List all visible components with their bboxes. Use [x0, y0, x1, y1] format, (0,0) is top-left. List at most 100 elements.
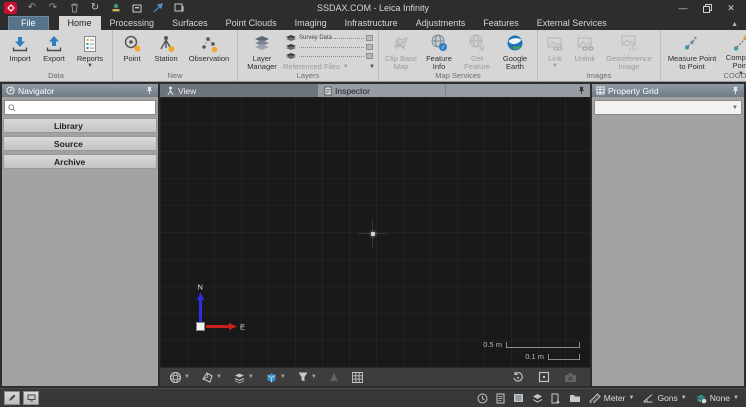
referenced-files-button[interactable]: Referenced Files [283, 62, 340, 71]
stamp-icon[interactable] [110, 2, 122, 14]
compute-point-icon [731, 33, 746, 53]
tab-processing[interactable]: Processing [101, 16, 164, 30]
pin-panel-icon[interactable] [577, 86, 590, 95]
leica-app-logo-icon[interactable] [4, 2, 17, 14]
coordinate-system-button[interactable]: None ▼ [695, 393, 739, 404]
layer-manager-icon [252, 33, 272, 54]
undo-icon[interactable]: ↶ [26, 2, 38, 14]
layers-stack-icon [233, 371, 246, 384]
caret-icon: ▼ [216, 374, 222, 380]
button-label: Export [43, 55, 65, 63]
layers-widget-caret-icon[interactable]: ▼ [369, 64, 375, 70]
measure-point-to-point-button[interactable]: Measure Point to Point [664, 31, 720, 71]
button-label: Google Earth [498, 55, 532, 72]
caret-icon: ▼ [248, 374, 254, 380]
compute-point-button[interactable]: Compute Point ▼ [720, 31, 746, 71]
navigator-section-archive[interactable]: Archive [3, 154, 157, 169]
ruler-icon [589, 393, 601, 403]
reset-rotation-button[interactable] [512, 371, 524, 383]
observation-icon [199, 33, 219, 54]
layer-manager-button[interactable]: Layer Manager [241, 31, 283, 71]
export-button[interactable]: Export [37, 31, 71, 71]
tab-features[interactable]: Features [474, 16, 528, 30]
tab-file[interactable]: File [8, 16, 49, 30]
distance-unit-button[interactable]: Meter ▼ [589, 393, 635, 403]
unlink-image-icon [575, 33, 595, 54]
ribbon-collapse-icon[interactable]: ▲ [731, 21, 746, 30]
minimize-button[interactable]: — [674, 2, 692, 14]
archive-box-icon[interactable] [131, 2, 143, 14]
new-observation-button[interactable]: Observation [184, 31, 234, 71]
google-earth-button[interactable]: Google Earth [496, 31, 534, 71]
layers-status-icon[interactable] [532, 393, 543, 403]
caret-icon: ▼ [184, 374, 190, 380]
axis-east-label: E [240, 323, 245, 332]
quick-access-toolbar: ↶ ↷ ↻ [0, 2, 185, 14]
refresh-icon[interactable]: ↻ [89, 2, 101, 14]
navigator-search[interactable] [4, 100, 156, 115]
pin-panel-icon[interactable] [145, 86, 154, 95]
property-object-selector[interactable]: ▼ [594, 100, 742, 115]
ribbon-group-map-services: Clip Base Map i Feature Info Get Feature… [379, 30, 538, 81]
edit-toggle-button[interactable] [4, 391, 20, 405]
view-3d-button[interactable]: ▼ [265, 371, 286, 384]
group-label-layers: Layers [238, 71, 378, 81]
redo-icon[interactable]: ↷ [47, 2, 59, 14]
search-input[interactable] [19, 102, 152, 113]
window-layout-icon[interactable] [173, 2, 185, 14]
document-status-icon[interactable] [496, 393, 505, 404]
layers-visibility-button[interactable]: ▼ [233, 371, 254, 384]
display-toggle-button[interactable] [23, 391, 39, 405]
ribbon-group-cogo: Measure Point to Point Compute Point ▼ S… [661, 30, 746, 81]
restore-button[interactable] [698, 2, 716, 14]
folder-status-icon[interactable] [569, 393, 581, 403]
tab-inspector[interactable]: Inspector [318, 84, 446, 97]
clock-status-icon[interactable] [477, 393, 488, 404]
pin-send-icon[interactable] [152, 2, 164, 14]
button-label: Link [548, 55, 562, 63]
property-grid-panel: Property Grid ▼ [592, 84, 744, 386]
tab-surfaces[interactable]: Surfaces [163, 16, 217, 30]
station-icon [156, 33, 176, 54]
angle-unit-button[interactable]: Gons ▼ [642, 393, 686, 403]
ribbon-group-images: Link ▼ Unlink Georeference Image Images [538, 30, 661, 81]
tab-adjustments[interactable]: Adjustments [407, 16, 475, 30]
filter-button[interactable]: ▼ [297, 371, 317, 383]
tab-point-clouds[interactable]: Point Clouds [217, 16, 286, 30]
new-point-button[interactable]: Point [116, 31, 148, 71]
delete-trash-icon[interactable] [68, 2, 80, 14]
tab-home[interactable]: Home [59, 16, 101, 30]
group-label-images: Images [538, 71, 660, 81]
point-icon [122, 33, 142, 54]
list-status-icon[interactable] [513, 393, 524, 403]
button-label: Observation [189, 55, 229, 63]
import-button[interactable]: Import [3, 31, 37, 71]
navigator-section-library[interactable]: Library [3, 118, 157, 133]
reports-icon [80, 33, 100, 54]
layers-preview-widget[interactable]: Survey Data Referenced Files ▼ ▼ [283, 31, 375, 71]
orbit-mode-button[interactable]: ▼ [169, 371, 190, 384]
close-button[interactable]: ✕ [722, 2, 740, 14]
property-grid-header: Property Grid [592, 84, 744, 97]
navigator-section-source[interactable]: Source [3, 136, 157, 151]
survey-point-marker[interactable] [371, 232, 375, 236]
tab-infrastructure[interactable]: Infrastructure [336, 16, 407, 30]
button-label: Reports [77, 55, 103, 63]
pin-panel-icon[interactable] [731, 86, 740, 95]
caret-icon: ▼ [681, 395, 687, 401]
report-edit-status-icon[interactable] [551, 393, 561, 404]
axis-orientation-indicator: N E [188, 283, 252, 345]
tab-imaging[interactable]: Imaging [286, 16, 336, 30]
tab-external-services[interactable]: External Services [528, 16, 616, 30]
reports-button[interactable]: Reports ▼ [71, 31, 109, 71]
selection-mode-button[interactable]: ▼ [201, 371, 222, 384]
grid-toggle-button[interactable] [351, 371, 364, 384]
angle-unit-label: Gons [657, 393, 677, 403]
zoom-extents-button[interactable] [538, 371, 550, 383]
new-station-button[interactable]: Station [148, 31, 184, 71]
feature-info-button[interactable]: i Feature Info [420, 31, 458, 71]
graphics-view-canvas[interactable]: N E 0.5 m 0.1 m [160, 97, 590, 367]
tab-view[interactable]: View [160, 84, 318, 97]
layers-preview-caption: Survey Data [299, 35, 332, 41]
cone-icon [328, 371, 340, 383]
